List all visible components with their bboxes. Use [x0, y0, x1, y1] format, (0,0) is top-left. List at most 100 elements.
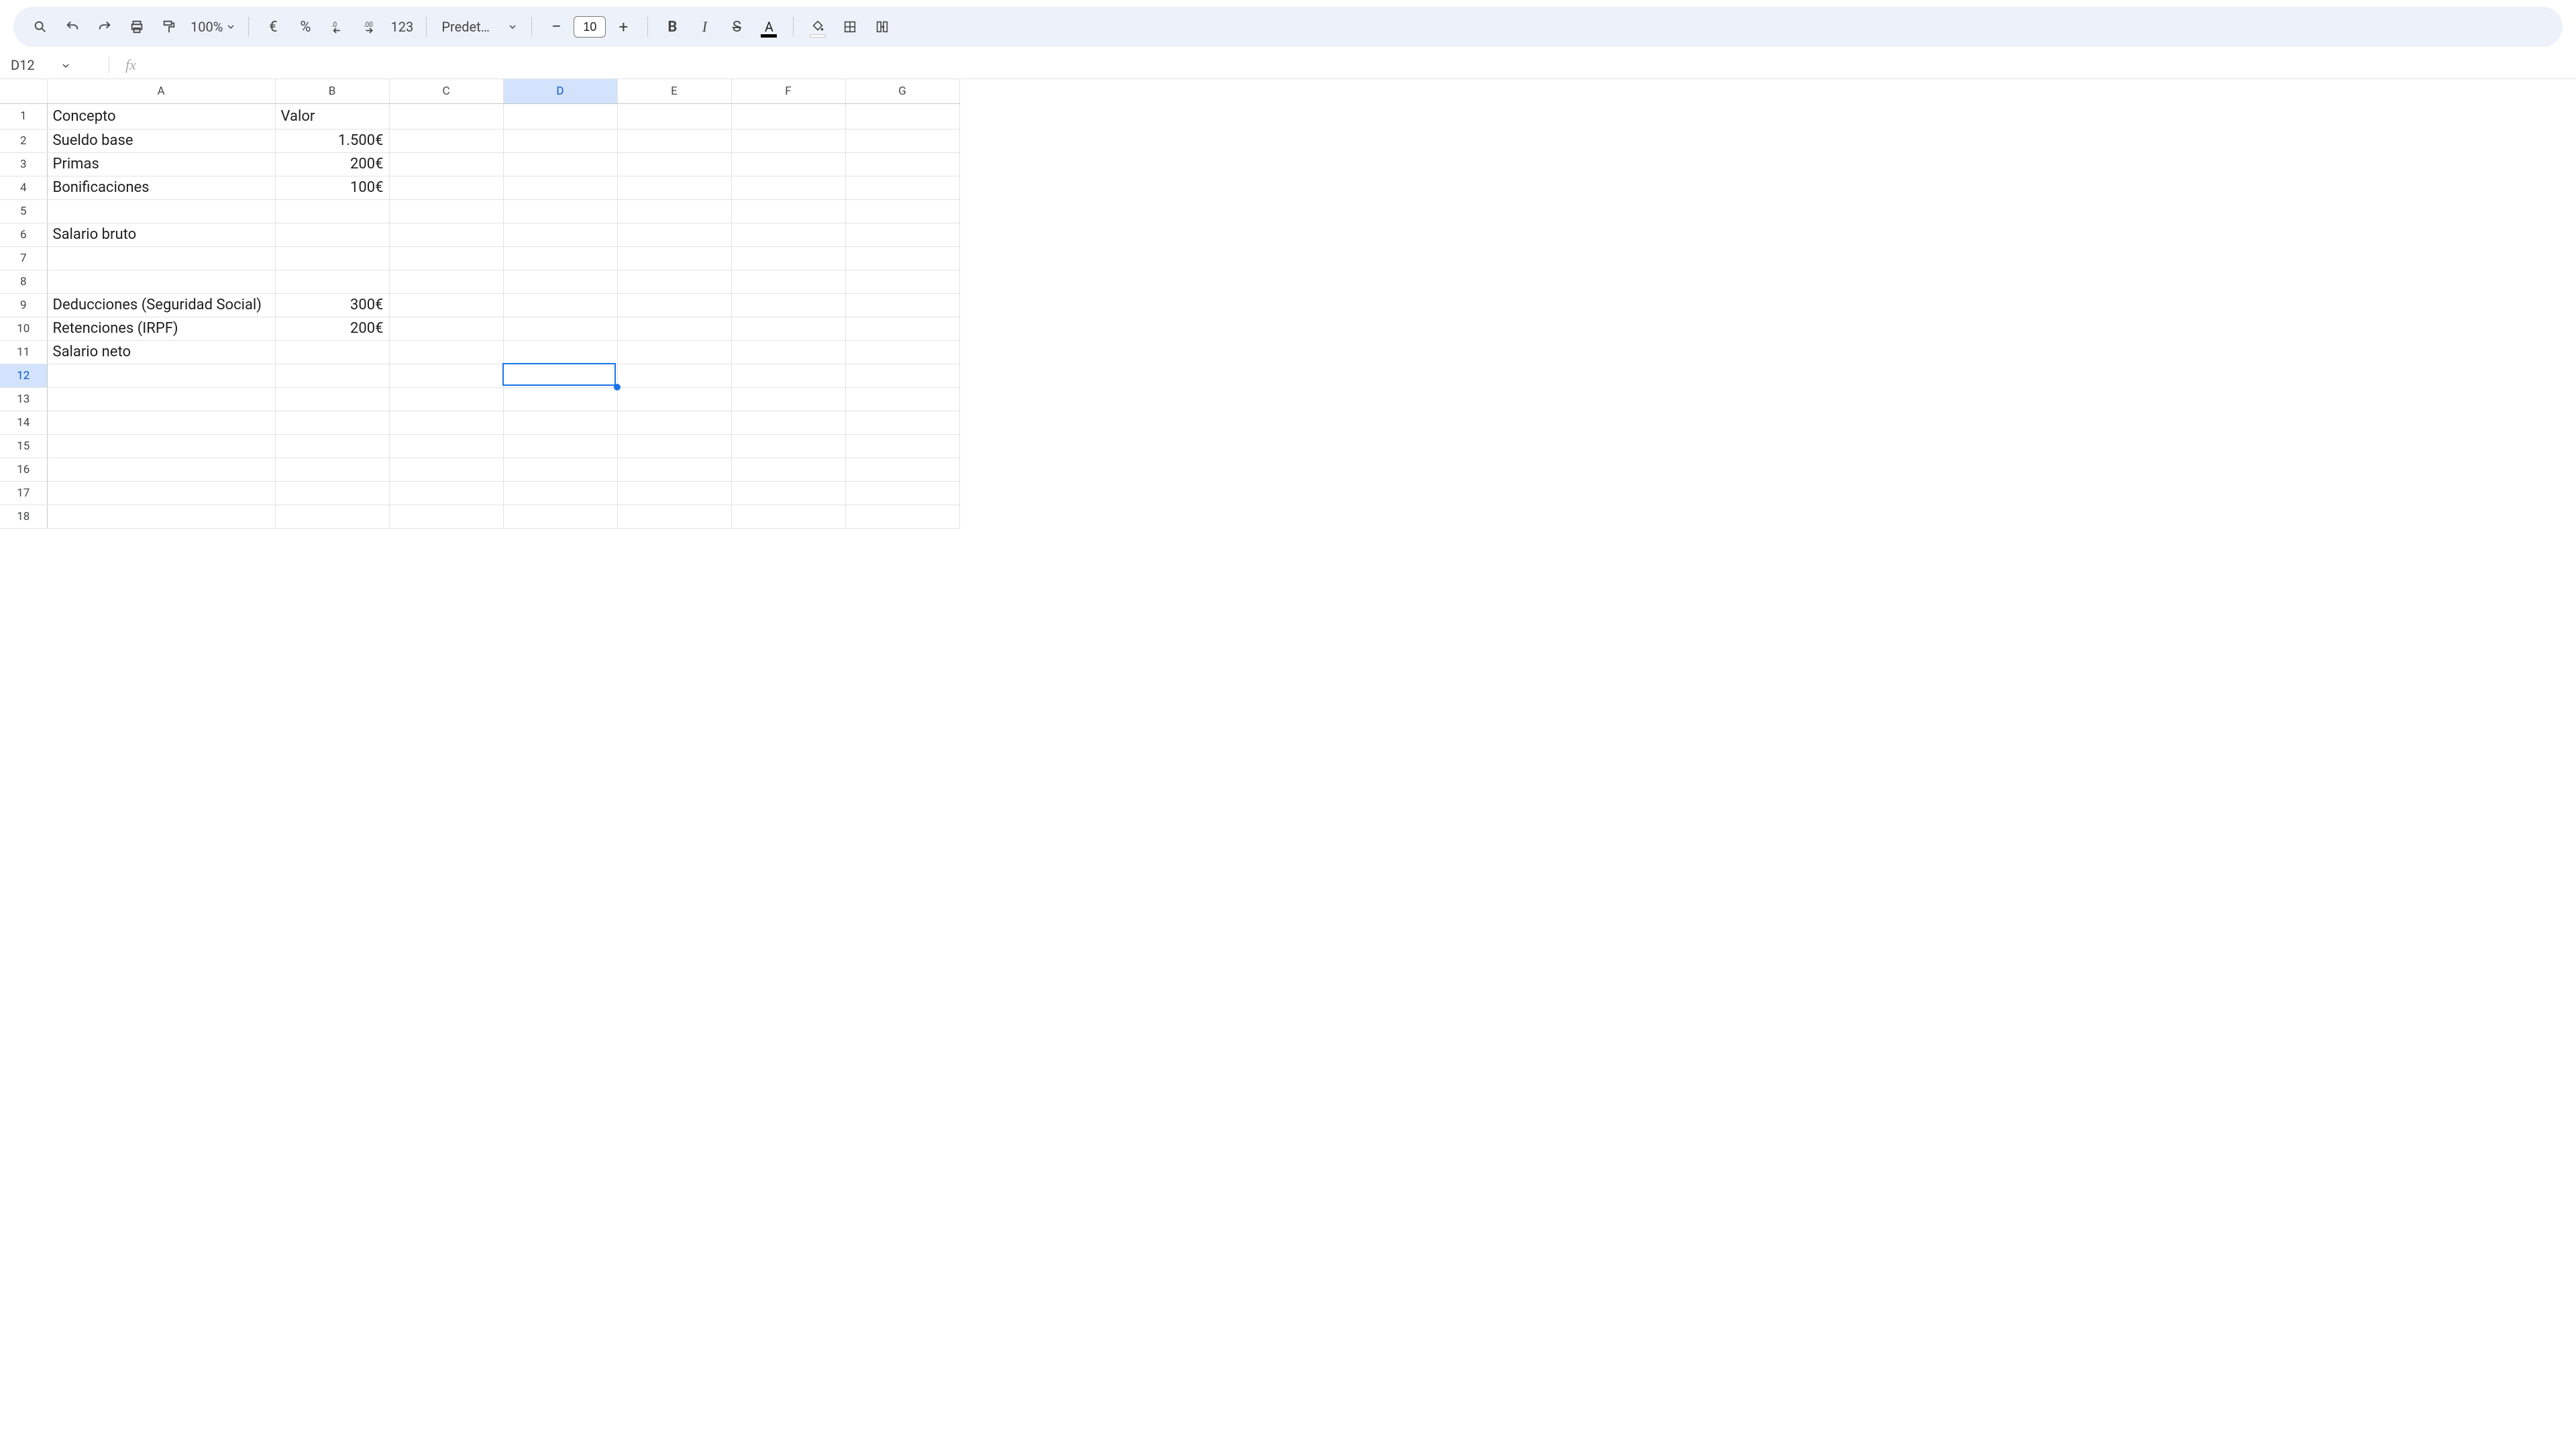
- cell[interactable]: [275, 505, 389, 528]
- cell[interactable]: [389, 152, 503, 176]
- select-all-corner[interactable]: [0, 79, 47, 103]
- cell[interactable]: 1.500€: [275, 129, 389, 152]
- cell[interactable]: [845, 505, 959, 528]
- cell[interactable]: [845, 176, 959, 199]
- row-header[interactable]: 6: [0, 223, 47, 246]
- number-format-icon[interactable]: 123: [387, 12, 417, 42]
- cell[interactable]: 200€: [275, 152, 389, 176]
- cell[interactable]: [731, 199, 845, 223]
- cell[interactable]: [503, 103, 617, 129]
- name-box[interactable]: D12: [8, 56, 102, 74]
- cell[interactable]: [389, 387, 503, 411]
- text-color-button[interactable]: A: [754, 12, 784, 42]
- cell[interactable]: [731, 176, 845, 199]
- cell[interactable]: 200€: [275, 317, 389, 340]
- cell[interactable]: [503, 152, 617, 176]
- cell[interactable]: [845, 152, 959, 176]
- cell[interactable]: [389, 317, 503, 340]
- cell[interactable]: [47, 481, 275, 505]
- cell[interactable]: [275, 481, 389, 505]
- cell[interactable]: [731, 103, 845, 129]
- cell[interactable]: [731, 152, 845, 176]
- cell[interactable]: [845, 387, 959, 411]
- bold-button[interactable]: B: [657, 12, 687, 42]
- cell[interactable]: [275, 387, 389, 411]
- cell[interactable]: [503, 199, 617, 223]
- cell[interactable]: [275, 364, 389, 387]
- cell[interactable]: Sueldo base: [47, 129, 275, 152]
- cell[interactable]: [275, 270, 389, 293]
- cell[interactable]: [389, 270, 503, 293]
- cell[interactable]: Salario neto: [47, 340, 275, 364]
- row-header[interactable]: 9: [0, 293, 47, 317]
- row-header[interactable]: 3: [0, 152, 47, 176]
- cell[interactable]: Bonificaciones: [47, 176, 275, 199]
- fill-handle[interactable]: [614, 384, 621, 391]
- cell[interactable]: [617, 270, 731, 293]
- currency-icon[interactable]: €: [258, 12, 288, 42]
- cell[interactable]: [617, 411, 731, 434]
- cell[interactable]: [617, 129, 731, 152]
- cell[interactable]: [275, 434, 389, 458]
- cell[interactable]: [389, 481, 503, 505]
- fill-color-button[interactable]: [803, 12, 833, 42]
- cell[interactable]: [503, 317, 617, 340]
- cell[interactable]: [731, 387, 845, 411]
- cell[interactable]: [503, 129, 617, 152]
- cell[interactable]: [845, 246, 959, 270]
- cell[interactable]: [503, 223, 617, 246]
- row-header[interactable]: 8: [0, 270, 47, 293]
- cell[interactable]: [731, 458, 845, 481]
- cell[interactable]: [617, 434, 731, 458]
- cell[interactable]: [845, 434, 959, 458]
- cell[interactable]: [503, 340, 617, 364]
- cell[interactable]: [845, 317, 959, 340]
- cell[interactable]: [617, 340, 731, 364]
- cell[interactable]: [275, 340, 389, 364]
- row-header[interactable]: 5: [0, 199, 47, 223]
- cell[interactable]: 300€: [275, 293, 389, 317]
- cell[interactable]: [617, 364, 731, 387]
- cell[interactable]: Salario bruto: [47, 223, 275, 246]
- cell[interactable]: [47, 387, 275, 411]
- cell[interactable]: [845, 364, 959, 387]
- formula-input[interactable]: [143, 55, 2568, 74]
- cell[interactable]: Valor: [275, 103, 389, 129]
- cell[interactable]: [389, 458, 503, 481]
- cell[interactable]: [731, 293, 845, 317]
- row-header[interactable]: 7: [0, 246, 47, 270]
- cell[interactable]: [845, 481, 959, 505]
- cell[interactable]: [731, 270, 845, 293]
- column-header[interactable]: F: [731, 79, 845, 103]
- cell[interactable]: [845, 199, 959, 223]
- decrease-font-size-button[interactable]: −: [541, 12, 571, 42]
- decrease-decimal-icon[interactable]: .0: [323, 12, 352, 42]
- cell[interactable]: [389, 176, 503, 199]
- cell[interactable]: [617, 176, 731, 199]
- cell[interactable]: [47, 199, 275, 223]
- cell[interactable]: [617, 387, 731, 411]
- cell[interactable]: [275, 458, 389, 481]
- cell[interactable]: [845, 129, 959, 152]
- redo-icon[interactable]: [90, 12, 119, 42]
- cell[interactable]: [845, 270, 959, 293]
- cell[interactable]: [275, 411, 389, 434]
- cell[interactable]: [617, 458, 731, 481]
- paint-format-icon[interactable]: [154, 12, 184, 42]
- cell[interactable]: [389, 411, 503, 434]
- print-icon[interactable]: [122, 12, 152, 42]
- cell[interactable]: [731, 434, 845, 458]
- cell[interactable]: [503, 458, 617, 481]
- strikethrough-button[interactable]: S: [722, 12, 751, 42]
- column-header[interactable]: G: [845, 79, 959, 103]
- cell[interactable]: [617, 505, 731, 528]
- cell[interactable]: [389, 223, 503, 246]
- cell[interactable]: [47, 246, 275, 270]
- row-header[interactable]: 12: [0, 364, 47, 387]
- cell[interactable]: [275, 199, 389, 223]
- cell[interactable]: Deducciones (Seguridad Social): [47, 293, 275, 317]
- undo-icon[interactable]: [58, 12, 87, 42]
- cell[interactable]: [503, 434, 617, 458]
- borders-button[interactable]: [835, 12, 865, 42]
- row-header[interactable]: 1: [0, 103, 47, 129]
